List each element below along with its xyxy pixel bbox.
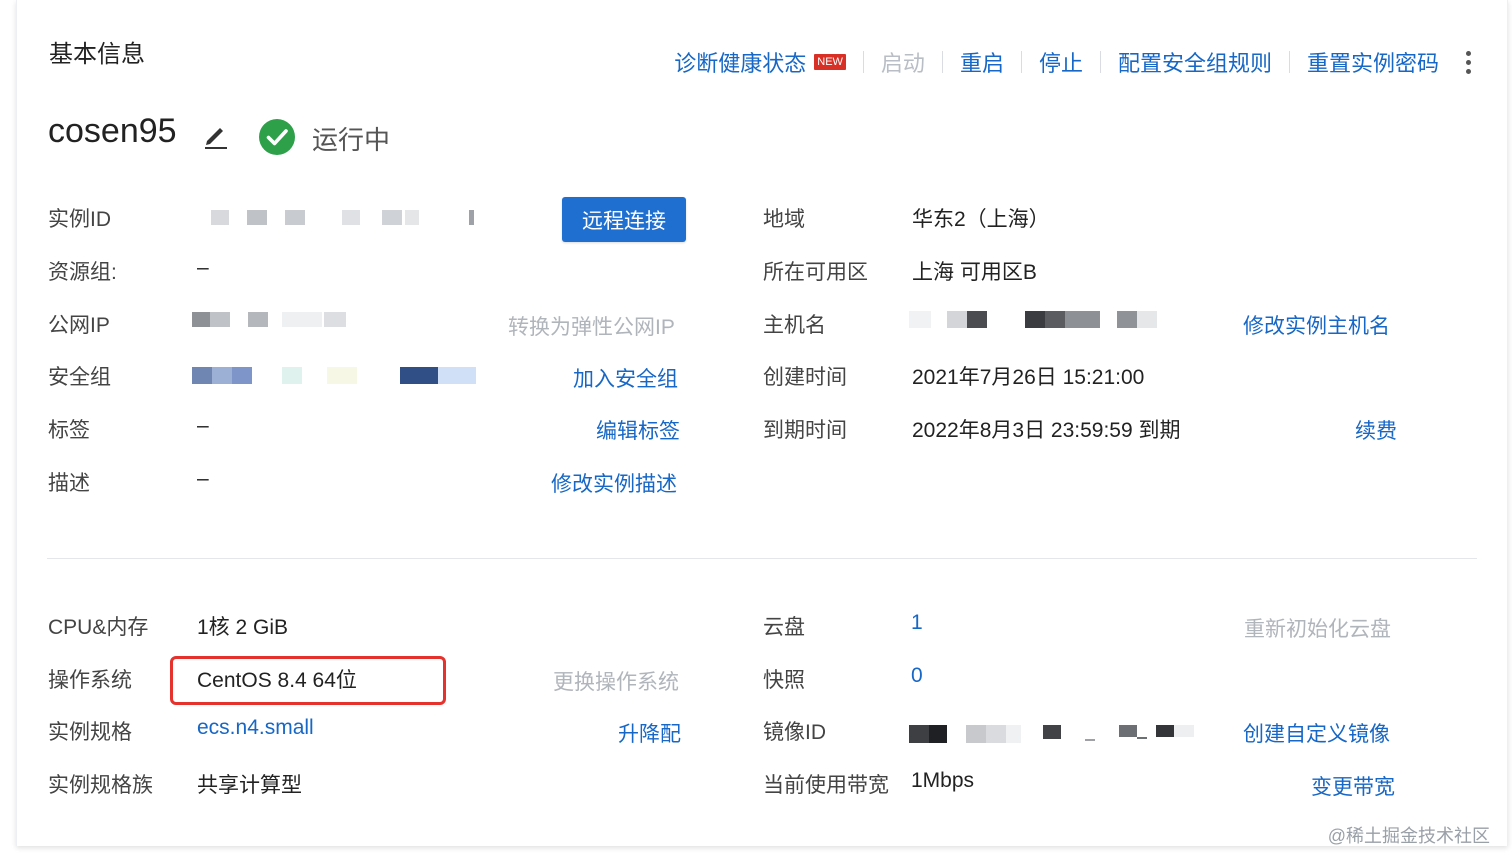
snapshot-count-link[interactable]: 0 — [911, 664, 923, 688]
region-value: 华东2（上海） — [912, 208, 1050, 231]
os-highlight-annotation — [170, 656, 446, 705]
instance-toolbar: 诊断健康状态 NEW 启动 重启 停止 配置安全组规则 重置实例密码 — [674, 44, 1471, 80]
basic-info-card: 基本信息 诊断健康状态 NEW 启动 重启 停止 配置安全组规则 重置实例密码 … — [16, 0, 1508, 846]
created-label: 创建时间 — [763, 366, 847, 389]
create-custom-image-link[interactable]: 创建自定义镜像 — [1243, 718, 1390, 748]
status-text: 运行中 — [312, 125, 391, 155]
tags-value: – — [197, 414, 209, 437]
spec-value-link[interactable]: ecs.n4.small — [197, 716, 314, 740]
diagnose-health-button[interactable]: 诊断健康状态 — [674, 46, 806, 78]
more-options-icon[interactable] — [1465, 50, 1471, 74]
snapshot-label: 快照 — [763, 669, 805, 692]
created-value: 2021年7月26日 15:21:00 — [912, 366, 1145, 389]
toolbar-divider — [1099, 51, 1101, 73]
section-title: 基本信息 — [49, 41, 145, 68]
resource-group-value: – — [197, 256, 209, 279]
zone-value: 上海 可用区B — [912, 261, 1037, 284]
toolbar-divider — [1288, 51, 1290, 73]
reinit-disk-link[interactable]: 重新初始化云盘 — [1244, 613, 1391, 643]
edit-tags-link[interactable]: 编辑标签 — [596, 415, 680, 445]
image-id-value-masked — [909, 725, 1199, 743]
disk-count-link[interactable]: 1 — [911, 611, 923, 635]
public-ip-label: 公网IP — [48, 314, 110, 337]
security-group-value-masked — [192, 367, 477, 384]
cpu-memory-value: 1核 2 GiB — [197, 616, 289, 639]
disk-label: 云盘 — [763, 616, 805, 639]
renew-link[interactable]: 续费 — [1355, 415, 1397, 445]
reset-password-button[interactable]: 重置实例密码 — [1307, 46, 1439, 78]
region-label: 地域 — [763, 208, 805, 231]
toolbar-divider — [1020, 51, 1022, 73]
spec-label: 实例规格 — [48, 721, 132, 744]
expires-value: 2022年8月3日 23:59:59 到期 — [912, 419, 1181, 442]
toolbar-divider — [862, 51, 864, 73]
bandwidth-label: 当前使用带宽 — [763, 774, 889, 797]
start-button[interactable]: 启动 — [881, 46, 925, 78]
expires-label: 到期时间 — [763, 419, 847, 442]
spec-family-value: 共享计算型 — [197, 774, 302, 797]
public-ip-value-masked — [192, 312, 352, 328]
running-status-icon — [259, 119, 295, 155]
restart-button[interactable]: 重启 — [960, 46, 1004, 78]
instance-id-label: 实例ID — [48, 208, 111, 231]
configure-security-group-rules-button[interactable]: 配置安全组规则 — [1118, 46, 1272, 78]
zone-label: 所在可用区 — [763, 261, 868, 284]
tags-label: 标签 — [48, 419, 90, 442]
os-label: 操作系统 — [48, 669, 132, 692]
hostname-label: 主机名 — [763, 314, 826, 337]
description-label: 描述 — [48, 472, 90, 495]
instance-name: cosen95 — [48, 112, 177, 150]
resource-group-label: 资源组: — [48, 261, 117, 284]
instance-id-value-masked — [207, 210, 487, 225]
edit-name-icon[interactable] — [201, 120, 231, 150]
convert-eip-link[interactable]: 转换为弹性公网IP — [508, 311, 675, 341]
image-id-label: 镜像ID — [763, 721, 826, 744]
watermark: @稀土掘金技术社区 — [1327, 826, 1490, 846]
section-divider — [47, 558, 1477, 559]
toolbar-divider — [941, 51, 943, 73]
cpu-memory-label: CPU&内存 — [48, 616, 149, 639]
remote-connect-button[interactable]: 远程连接 — [562, 197, 686, 242]
edit-description-link[interactable]: 修改实例描述 — [551, 468, 677, 498]
description-value: – — [197, 467, 209, 490]
hostname-value-masked — [909, 311, 1159, 328]
change-bandwidth-link[interactable]: 变更带宽 — [1311, 771, 1395, 801]
spec-family-label: 实例规格族 — [48, 774, 153, 797]
stop-button[interactable]: 停止 — [1039, 46, 1083, 78]
edit-hostname-link[interactable]: 修改实例主机名 — [1243, 310, 1390, 340]
new-badge: NEW — [814, 54, 846, 70]
upgrade-downgrade-link[interactable]: 升降配 — [618, 718, 681, 748]
join-security-group-link[interactable]: 加入安全组 — [573, 363, 678, 393]
change-os-link[interactable]: 更换操作系统 — [553, 666, 679, 696]
security-group-label: 安全组 — [48, 366, 111, 389]
bandwidth-value: 1Mbps — [911, 769, 975, 792]
